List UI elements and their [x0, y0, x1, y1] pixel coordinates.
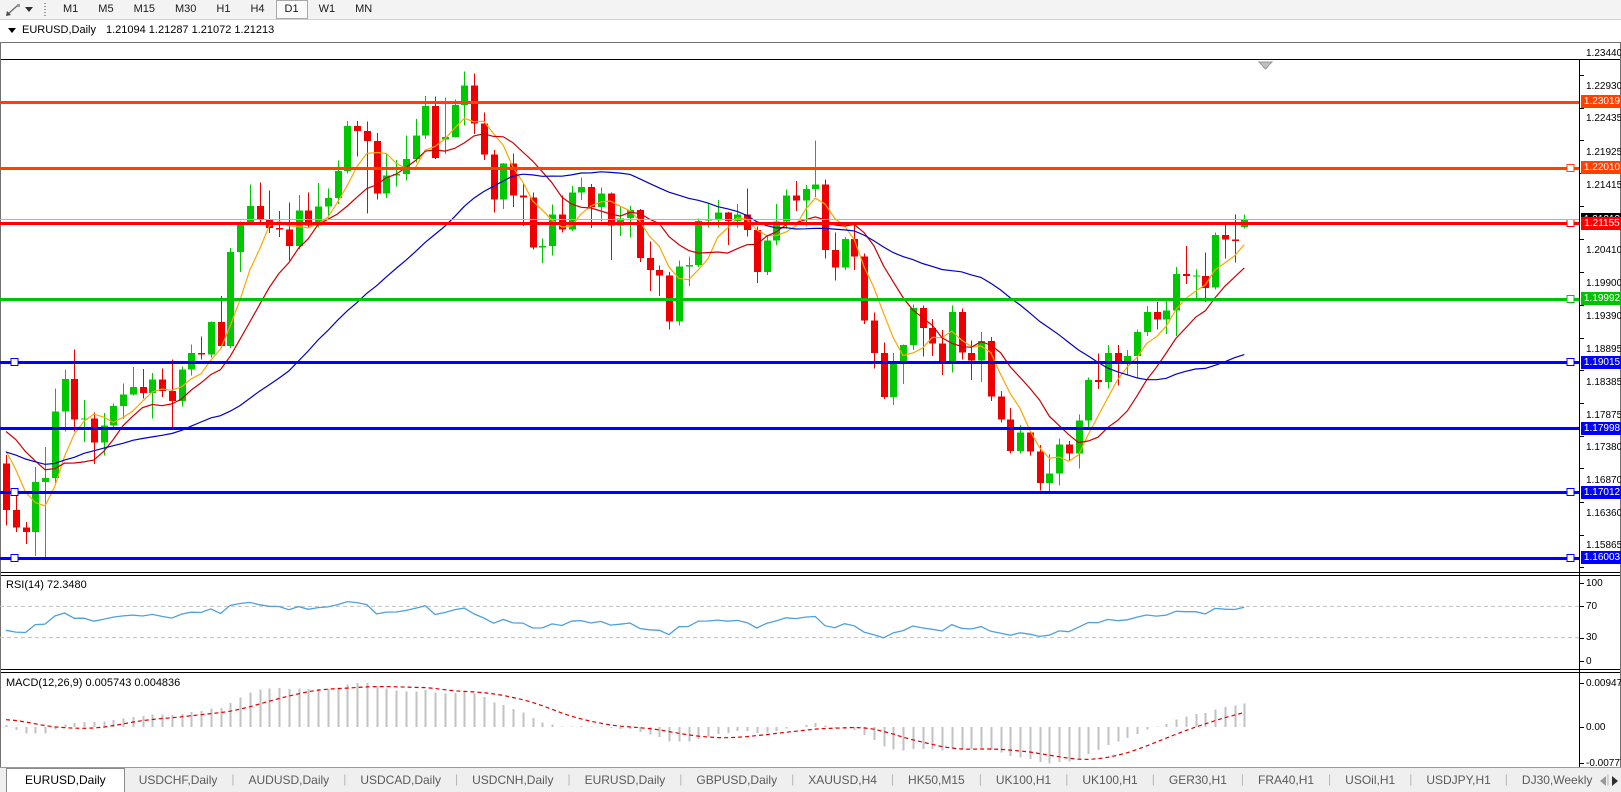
- timeframe-button-h1[interactable]: H1: [207, 0, 239, 19]
- price-axis-tick[interactable]: 1.19390: [1586, 311, 1621, 322]
- chart-tab-hk50-m15[interactable]: HK50,M15: [894, 768, 979, 792]
- tab-scroll-left-icon[interactable]: [1600, 776, 1606, 786]
- toolbar-drag-handle: [43, 3, 47, 17]
- price-axis-tick[interactable]: 1.21415: [1586, 180, 1621, 191]
- chart-tab-gbpusd-daily[interactable]: GBPUSD,Daily: [682, 768, 791, 792]
- hline-price-label[interactable]: 1.21155: [1581, 217, 1621, 230]
- chart-tab-audusd-daily[interactable]: AUDUSD,Daily: [235, 768, 344, 792]
- chart-tab-ger30-h1[interactable]: GER30,H1: [1155, 768, 1241, 792]
- chart-title-bar[interactable]: EURUSD,Daily 1.21094 1.21287 1.21072 1.2…: [1, 22, 1620, 38]
- chart-tabs: EURUSD,DailyUSDCHF,Daily|AUDUSD,Daily|US…: [0, 768, 1621, 792]
- rsi-indicator-label: RSI(14) 72.3480: [6, 579, 87, 591]
- chart-tab-xauusd-h4[interactable]: XAUUSD,H4: [794, 768, 891, 792]
- chart-tab-eurusd-daily[interactable]: EURUSD,Daily: [6, 768, 125, 792]
- chart-tab-fra40-h1[interactable]: FRA40,H1: [1244, 768, 1328, 792]
- hline-price-label[interactable]: 1.19015: [1581, 356, 1621, 369]
- price-axis-tick[interactable]: 1.22435: [1586, 113, 1621, 124]
- tab-scroll-arrows: [1600, 776, 1618, 786]
- chart-tab-usdjpy-h1[interactable]: USDJPY,H1: [1412, 768, 1504, 792]
- chart-tab-uk100-h1[interactable]: UK100,H1: [982, 768, 1065, 792]
- price-axis-tick[interactable]: 1.18895: [1586, 344, 1621, 355]
- chart-symbol-title: EURUSD,Daily: [22, 24, 96, 36]
- hline-price-label[interactable]: 1.17998: [1581, 422, 1621, 435]
- timeframe-button-m15[interactable]: M15: [125, 0, 164, 19]
- hline-price-label[interactable]: 1.23019: [1581, 95, 1621, 108]
- chart-tab-bar: EURUSD,DailyUSDCHF,Daily|AUDUSD,Daily|US…: [0, 767, 1621, 792]
- macd-axis-tick[interactable]: 0.009478: [1586, 678, 1621, 689]
- price-axis-tick[interactable]: 1.19900: [1586, 278, 1621, 289]
- timeframe-buttons: M1M5M15M30H1H4D1W1MN: [53, 0, 382, 19]
- price-axis-tick[interactable]: 1.17875: [1586, 410, 1621, 421]
- price-axis-tick[interactable]: 1.21925: [1586, 147, 1621, 158]
- price-axis-tick[interactable]: 1.23440: [1586, 48, 1621, 59]
- macd-axis-tick[interactable]: 0.00: [1586, 722, 1605, 733]
- chart-tab-usdcad-daily[interactable]: USDCAD,Daily: [346, 768, 455, 792]
- price-axis-tick[interactable]: 1.17380: [1586, 442, 1621, 453]
- timeframe-button-d1[interactable]: D1: [276, 0, 308, 19]
- chart-tab-dj30-weekly[interactable]: DJ30,Weekly: [1508, 768, 1606, 792]
- price-axis-tick[interactable]: 1.20410: [1586, 245, 1621, 256]
- price-axis-tick[interactable]: 1.15865: [1586, 540, 1621, 551]
- chart-tab-usdcnh-daily[interactable]: USDCNH,Daily: [458, 768, 567, 792]
- timeframe-button-m30[interactable]: M30: [166, 0, 205, 19]
- timeframe-button-mn[interactable]: MN: [346, 0, 381, 19]
- price-axis-tick[interactable]: 1.22930: [1586, 81, 1621, 92]
- chart-tab-usoil-h1[interactable]: USOil,H1: [1331, 768, 1409, 792]
- price-axis-tick[interactable]: 1.16870: [1586, 475, 1621, 486]
- tab-scroll-right-icon[interactable]: [1612, 776, 1618, 786]
- timeframe-button-w1[interactable]: W1: [310, 0, 345, 19]
- hline-price-label[interactable]: 1.19992: [1581, 292, 1621, 305]
- hline-price-label[interactable]: 1.16003: [1581, 551, 1621, 564]
- chart-ohlc-values: 1.21094 1.21287 1.21072 1.21213: [106, 24, 274, 36]
- chart-tab-uk100-h1[interactable]: UK100,H1: [1068, 768, 1151, 792]
- macd-indicator-label: MACD(12,26,9) 0.005743 0.004836: [6, 677, 180, 689]
- timeframe-button-h4[interactable]: H4: [241, 0, 273, 19]
- timeframe-toolbar: M1M5M15M30H1H4D1W1MN: [0, 0, 1621, 20]
- price-axis-tick[interactable]: 1.18385: [1586, 377, 1621, 388]
- hline-price-label[interactable]: 1.22010: [1581, 161, 1621, 174]
- chart-tab-usdchf-daily[interactable]: USDCHF,Daily: [125, 768, 232, 792]
- timeframe-button-m5[interactable]: M5: [89, 0, 122, 19]
- chart-window: EURUSD,Daily 1.21094 1.21287 1.21072 1.2…: [0, 21, 1621, 766]
- chart-canvas[interactable]: [0, 21, 1621, 792]
- rsi-axis-tick[interactable]: 30: [1586, 632, 1597, 643]
- mt4-terminal: M1M5M15M30H1H4D1W1MN EURUSD,Daily 1.2109…: [0, 0, 1621, 792]
- window-menu-icon[interactable]: [8, 28, 16, 33]
- line-studies-dropdown-icon[interactable]: [25, 7, 33, 12]
- rsi-axis-tick[interactable]: 100: [1586, 578, 1603, 589]
- hline-price-label[interactable]: 1.17012: [1581, 486, 1621, 499]
- price-axis-tick[interactable]: 1.16360: [1586, 508, 1621, 519]
- timeframe-button-m1[interactable]: M1: [54, 0, 87, 19]
- rsi-axis-tick[interactable]: 0: [1586, 656, 1592, 667]
- line-studies-icon[interactable]: [3, 2, 23, 18]
- chart-tab-eurusd-daily[interactable]: EURUSD,Daily: [571, 768, 680, 792]
- rsi-axis-tick[interactable]: 70: [1586, 601, 1597, 612]
